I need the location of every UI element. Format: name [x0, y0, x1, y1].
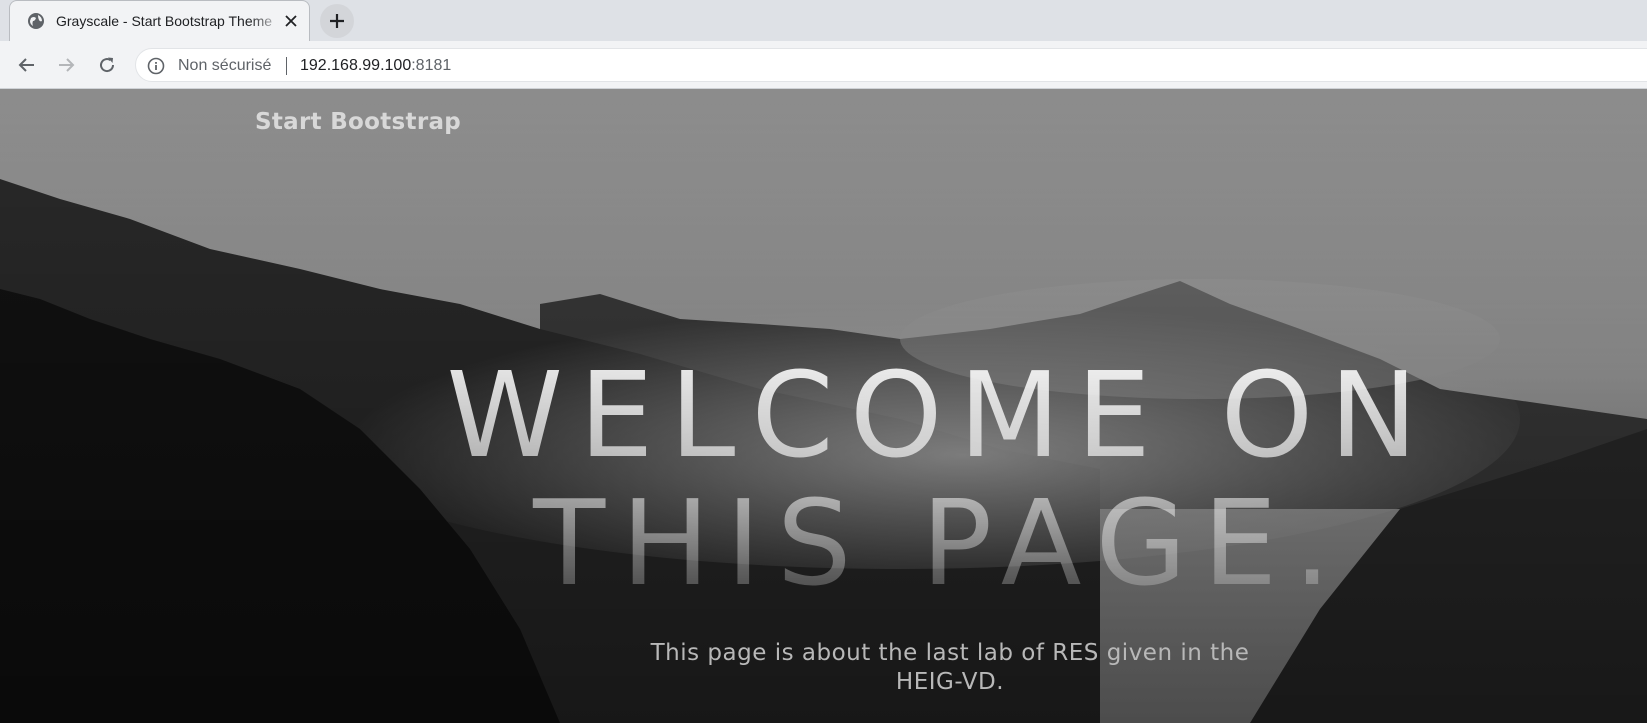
headline-line-1: WELCOME ON — [446, 346, 1434, 484]
arrow-right-icon — [59, 58, 75, 72]
address-bar[interactable]: Non sécurisé 192.168.99.100:8181 — [135, 48, 1647, 82]
arrow-left-icon — [18, 58, 34, 72]
reload-button[interactable] — [93, 51, 121, 79]
omnibox-divider — [286, 57, 287, 75]
forward-button[interactable] — [52, 51, 80, 79]
reload-icon — [100, 57, 115, 73]
new-tab-button[interactable] — [320, 4, 354, 38]
url-text[interactable]: 192.168.99.100:8181 — [300, 57, 451, 75]
web-page: Start Bootstrap WELCOME ON THIS PAGE. Th… — [0, 89, 1647, 723]
tab-title: Grayscale - Start Bootstrap Theme — [56, 13, 273, 29]
plus-icon — [330, 14, 344, 28]
close-icon[interactable] — [281, 11, 301, 31]
tab-strip: Grayscale - Start Bootstrap Theme — [0, 0, 1647, 41]
hero-headline: WELCOME ON THIS PAGE. — [0, 351, 1647, 607]
url-port: :8181 — [411, 57, 452, 74]
active-tab[interactable]: Grayscale - Start Bootstrap Theme — [9, 0, 310, 41]
headline-line-2: THIS PAGE. — [533, 474, 1347, 612]
url-host: 192.168.99.100 — [300, 57, 412, 74]
navbar-brand[interactable]: Start Bootstrap — [255, 109, 461, 135]
info-icon[interactable] — [147, 57, 165, 75]
browser-toolbar: Non sécurisé 192.168.99.100:8181 — [0, 41, 1647, 89]
back-button[interactable] — [13, 51, 41, 79]
globe-icon — [27, 12, 45, 30]
security-label: Non sécurisé — [178, 57, 272, 74]
hero-intro-text: This page is about the last lab of RES g… — [650, 640, 1250, 695]
